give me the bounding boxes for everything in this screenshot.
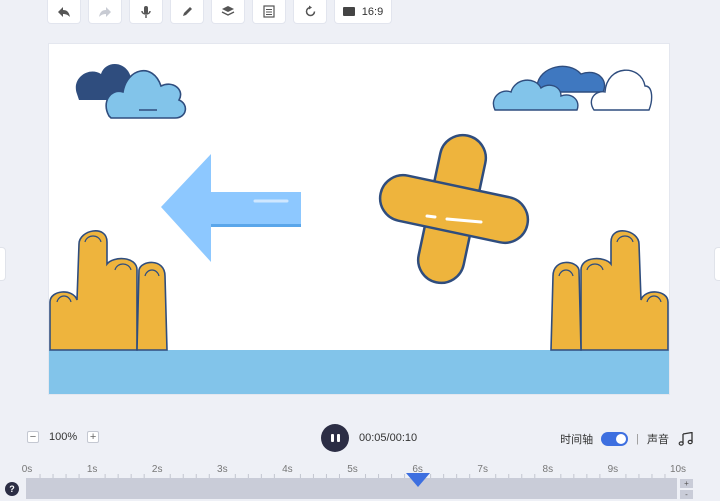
playhead-marker[interactable] [405, 473, 430, 487]
rotate-button[interactable] [293, 0, 327, 24]
ground-strip [49, 350, 669, 394]
ruler-tick-label: 2s [151, 464, 163, 475]
zoom-value: 100% [49, 431, 78, 443]
aspect-ratio-label: 16:9 [361, 5, 384, 18]
sound-label: 声音 [647, 434, 669, 446]
time-display: 00:05/00:10 [359, 432, 418, 444]
zoom-control: − 100% + [27, 431, 100, 443]
top-toolbar: 16:9 [47, 0, 392, 24]
redo-button[interactable] [88, 0, 122, 24]
record-audio-button[interactable] [129, 0, 163, 24]
bandage-cross-illustration [378, 133, 530, 285]
right-panel-handle[interactable] [714, 247, 720, 281]
left-panel-handle[interactable] [0, 247, 6, 281]
cloud-left-illustration [75, 63, 187, 119]
help-button[interactable]: ? [5, 482, 19, 496]
separator: | [636, 433, 639, 445]
notes-button[interactable] [252, 0, 286, 24]
layers-button[interactable] [211, 0, 245, 24]
timeline-toggle-label: 时间轴 [560, 434, 594, 446]
hand-right-illustration [550, 230, 669, 351]
ruler-tick-label: 10s [669, 464, 687, 475]
pen-button[interactable] [170, 0, 204, 24]
zoom-in-button[interactable]: + [87, 431, 100, 443]
microphone-icon [141, 5, 151, 18]
undo-button[interactable] [47, 0, 81, 24]
ruler-tick-label: 3s [217, 464, 228, 475]
screen-icon [342, 7, 355, 16]
ruler-tick-label: 0s [21, 464, 33, 475]
pause-icon [330, 434, 340, 442]
music-note-icon[interactable] [678, 432, 694, 446]
redo-icon [99, 6, 111, 17]
ruler-tick-label: 4s [282, 464, 293, 475]
ruler-tick-label: 1s [86, 464, 98, 475]
ruler-tick-label: 8s [542, 464, 554, 475]
ruler-tick-label: 7s [477, 464, 488, 475]
rotate-icon [305, 5, 315, 17]
hand-left-illustration [49, 230, 168, 351]
cloud-right-illustration [492, 65, 653, 111]
ruler-tick-label: 9s [607, 464, 619, 475]
undo-icon [58, 6, 70, 17]
timeline-options: 时间轴 | 声音 [560, 431, 694, 447]
timeline-toggle[interactable] [601, 432, 629, 446]
timeline-track[interactable] [26, 478, 677, 499]
pen-icon [182, 7, 192, 16]
timeline-zoom: + - [680, 479, 693, 499]
layers-icon [221, 6, 235, 16]
timeline-zoom-out-button[interactable]: - [680, 490, 693, 499]
slide-canvas[interactable] [49, 44, 669, 394]
aspect-ratio-button[interactable]: 16:9 [334, 0, 392, 24]
ruler-tick-label: 5s [347, 464, 358, 475]
timeline-zoom-in-button[interactable]: + [680, 479, 693, 488]
zoom-out-button[interactable]: − [27, 431, 39, 443]
timeline-ruler[interactable]: 0s 1s 2s 3s 4s 5s 6s 7s 8s 9s 10s [0, 460, 720, 478]
pause-button[interactable] [321, 424, 349, 452]
notes-icon [263, 5, 275, 18]
playback-controls: − 100% + 00:05/00:10 时间轴 | 声音 [0, 424, 720, 452]
left-arrow-illustration [161, 154, 301, 262]
